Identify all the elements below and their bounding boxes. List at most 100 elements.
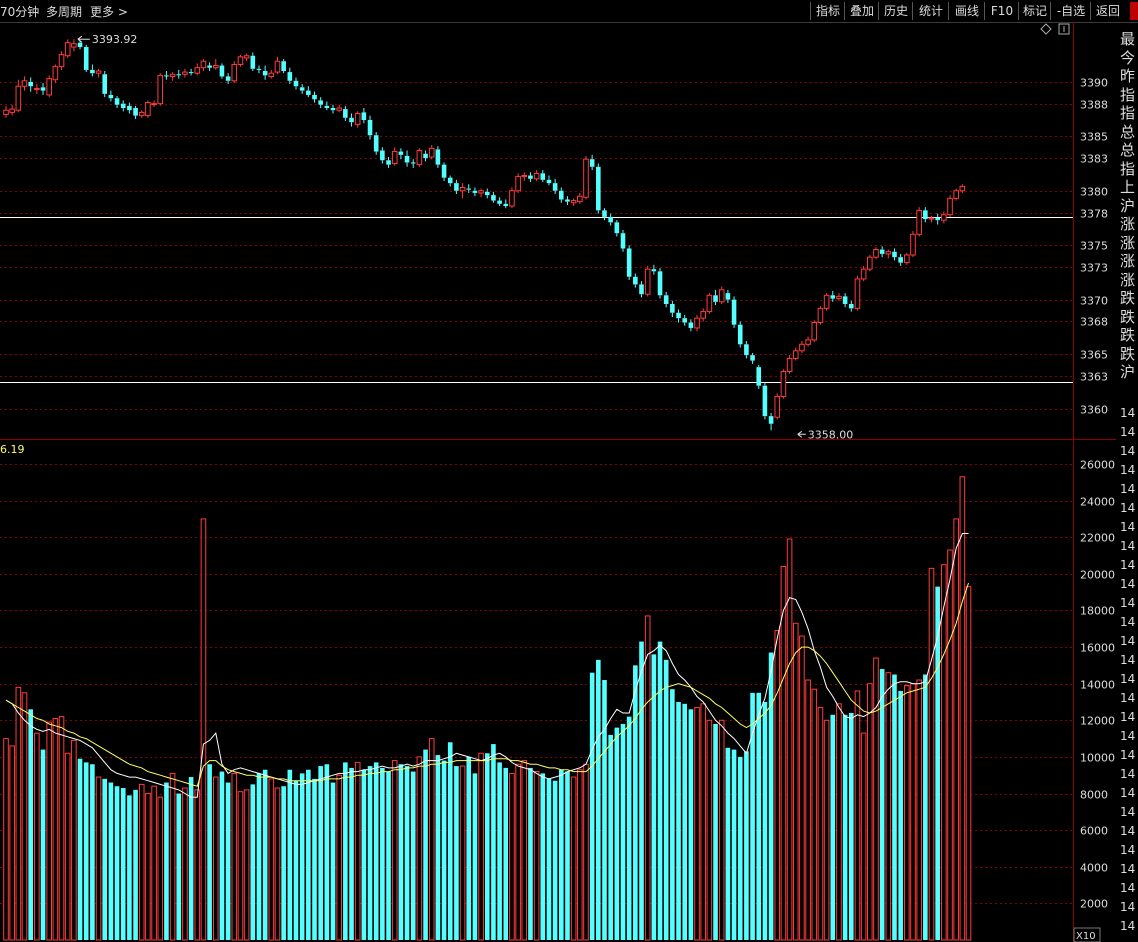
volume-bar[interactable] [423, 749, 428, 940]
candle[interactable] [904, 252, 910, 265]
candle[interactable] [823, 293, 830, 311]
volume-bar[interactable] [762, 701, 768, 940]
volume-bar[interactable] [836, 703, 842, 941]
candle[interactable] [299, 84, 305, 94]
candle[interactable] [410, 159, 416, 168]
volume-bar[interactable] [95, 776, 102, 941]
volume-bar[interactable] [854, 690, 861, 941]
volume-bar[interactable] [528, 767, 533, 940]
volume-bar[interactable] [565, 771, 570, 940]
volume-bar[interactable] [799, 635, 805, 941]
candle[interactable] [780, 369, 787, 399]
volume-bar[interactable] [306, 769, 311, 940]
volume-bar[interactable] [792, 622, 799, 941]
volume-bar[interactable] [102, 778, 108, 940]
candle[interactable] [805, 336, 811, 347]
candle[interactable] [64, 39, 71, 58]
volume-bar[interactable] [515, 763, 521, 941]
volume-bar[interactable] [491, 744, 496, 940]
volume-bar[interactable] [127, 795, 132, 940]
volume-bar[interactable] [287, 769, 293, 940]
candle[interactable] [546, 175, 552, 186]
volume-bar[interactable] [842, 714, 848, 940]
multi-period-button[interactable]: 多周期 [46, 3, 82, 20]
candle[interactable] [583, 155, 589, 200]
candle[interactable] [169, 72, 176, 81]
volume-bar[interactable] [873, 657, 879, 941]
candle[interactable] [336, 104, 342, 113]
volume-bar[interactable] [58, 716, 65, 941]
volume-bar[interactable] [959, 476, 966, 941]
volume-bar[interactable] [663, 659, 669, 940]
candle[interactable] [713, 289, 718, 306]
volume-bar[interactable] [274, 787, 281, 941]
candle[interactable] [15, 79, 22, 113]
candle[interactable] [108, 90, 114, 102]
candle[interactable] [509, 187, 515, 209]
candle[interactable] [423, 150, 428, 162]
volume-bar[interactable] [404, 766, 410, 940]
volume-bar[interactable] [391, 760, 398, 941]
candle[interactable] [71, 39, 77, 52]
volume-bar[interactable] [570, 776, 577, 941]
candle[interactable] [391, 147, 398, 166]
candle[interactable] [330, 104, 336, 114]
candle[interactable] [768, 412, 774, 431]
volume-bar[interactable] [817, 706, 824, 941]
candle[interactable] [46, 75, 52, 98]
candle[interactable] [626, 245, 632, 281]
candle[interactable] [879, 246, 885, 258]
candle[interactable] [262, 65, 268, 80]
volume-bar[interactable] [910, 683, 916, 941]
volume-bar[interactable] [28, 709, 33, 940]
candle[interactable] [398, 148, 404, 160]
volume-bar[interactable] [454, 766, 459, 940]
candle[interactable] [867, 254, 873, 272]
candle[interactable] [799, 341, 805, 353]
candle[interactable] [428, 145, 435, 160]
volume-bar[interactable] [577, 769, 583, 941]
candle[interactable] [367, 115, 373, 140]
volume-bar[interactable] [268, 778, 275, 941]
candle[interactable] [306, 86, 311, 98]
candle[interactable] [102, 70, 108, 98]
volume-bar[interactable] [965, 586, 972, 941]
volume-bar[interactable] [540, 773, 546, 940]
candle[interactable] [515, 173, 521, 193]
volume-bar[interactable] [349, 767, 354, 940]
volume-bar[interactable] [885, 672, 892, 941]
volume-bar[interactable] [108, 782, 114, 940]
candle[interactable] [848, 300, 854, 312]
candle[interactable] [90, 64, 95, 77]
volume-bar[interactable] [521, 760, 528, 941]
candle[interactable] [287, 67, 293, 85]
candle[interactable] [318, 97, 323, 109]
candle[interactable] [219, 63, 225, 79]
candle[interactable] [731, 296, 737, 328]
volume-bar[interactable] [133, 789, 138, 940]
candle[interactable] [157, 73, 164, 106]
volume-bar[interactable] [484, 753, 490, 940]
candle[interactable] [281, 59, 286, 74]
candle[interactable] [478, 188, 484, 198]
candle[interactable] [114, 96, 120, 109]
volume-bar[interactable] [441, 760, 447, 940]
candle[interactable] [145, 100, 151, 118]
f10-button[interactable]: F10 [984, 2, 1019, 20]
candle[interactable] [188, 68, 194, 76]
candle[interactable] [811, 320, 818, 343]
volume-bar[interactable] [848, 712, 854, 940]
candle[interactable] [836, 293, 842, 301]
candle[interactable] [916, 207, 922, 237]
candle[interactable] [651, 264, 657, 275]
candle[interactable] [700, 308, 707, 322]
candle[interactable] [312, 91, 317, 103]
candle[interactable] [633, 273, 638, 288]
candle[interactable] [176, 69, 182, 79]
statistics-button[interactable]: 统计 [912, 2, 949, 20]
candle[interactable] [923, 207, 928, 223]
candle[interactable] [589, 154, 595, 171]
volume-bar[interactable] [410, 771, 416, 940]
volume-bar[interactable] [941, 564, 947, 941]
volume-bar[interactable] [786, 538, 793, 941]
